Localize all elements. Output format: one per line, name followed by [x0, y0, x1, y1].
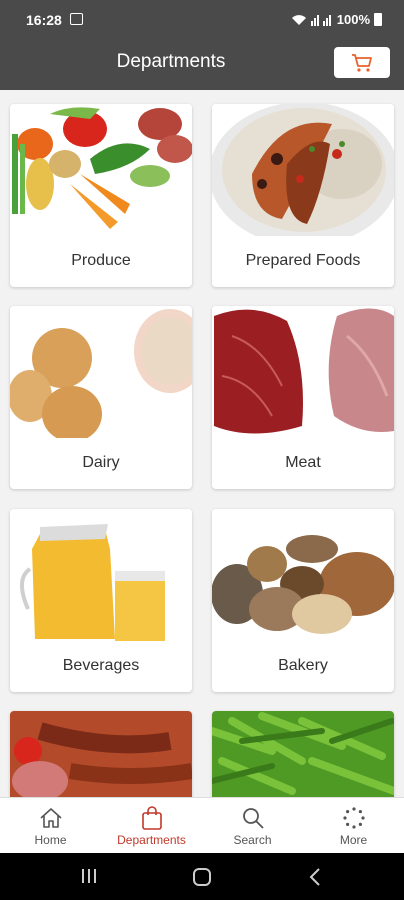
search-icon [242, 808, 264, 829]
recents-icon[interactable] [80, 867, 98, 885]
department-card-vegetables[interactable] [212, 711, 394, 797]
back-icon[interactable] [308, 867, 322, 887]
status-bar: 16:28 100% [0, 0, 404, 40]
nav-more[interactable]: More [303, 798, 404, 853]
system-nav-bar [0, 853, 404, 900]
department-card-deli[interactable] [10, 711, 192, 797]
page-title: Departments [116, 51, 226, 72]
bag-icon [141, 806, 162, 830]
battery-percent: 100% [336, 12, 370, 27]
nav-label: Departments [117, 833, 186, 847]
nav-label: More [339, 833, 368, 847]
dairy-image [10, 306, 192, 438]
beverages-image [10, 509, 192, 641]
nav-search[interactable]: Search [202, 798, 303, 853]
bakery-image [212, 509, 394, 641]
status-indicators: 100% [291, 12, 382, 27]
produce-image [10, 104, 192, 236]
departments-grid: Produce Prepared Foods Dairy Meat Bevera… [0, 90, 404, 797]
department-label: Prepared Foods [245, 252, 361, 269]
home-icon [39, 808, 62, 828]
home-button-icon[interactable] [192, 867, 212, 887]
department-card-prepared-foods[interactable]: Prepared Foods [212, 104, 394, 287]
cart-button[interactable] [334, 47, 390, 78]
image-notification-icon [70, 13, 83, 25]
department-label: Produce [71, 252, 131, 269]
department-card-beverages[interactable]: Beverages [10, 509, 192, 692]
more-icon [342, 807, 365, 829]
department-card-produce[interactable]: Produce [10, 104, 192, 287]
department-card-bakery[interactable]: Bakery [212, 509, 394, 692]
department-card-meat[interactable]: Meat [212, 306, 394, 489]
app-header: Departments [0, 40, 404, 90]
cart-icon [352, 53, 372, 72]
prepared-foods-image [212, 104, 394, 236]
department-card-dairy[interactable]: Dairy [10, 306, 192, 489]
deli-image [10, 711, 192, 797]
department-label: Meat [285, 454, 321, 471]
wifi-icon [291, 14, 306, 25]
bottom-nav: Home Departments Search More [0, 797, 404, 853]
nav-departments[interactable]: Departments [101, 798, 202, 853]
nav-home[interactable]: Home [0, 798, 101, 853]
status-time: 16:28 [26, 12, 62, 28]
battery-icon [374, 13, 382, 26]
nav-label: Home [34, 833, 67, 847]
department-label: Bakery [278, 657, 328, 674]
department-label: Dairy [82, 454, 120, 471]
green-beans-image [212, 711, 394, 797]
signal-icon [310, 14, 331, 26]
department-label: Beverages [62, 657, 140, 674]
nav-label: Search [233, 833, 272, 847]
meat-image [212, 306, 394, 438]
